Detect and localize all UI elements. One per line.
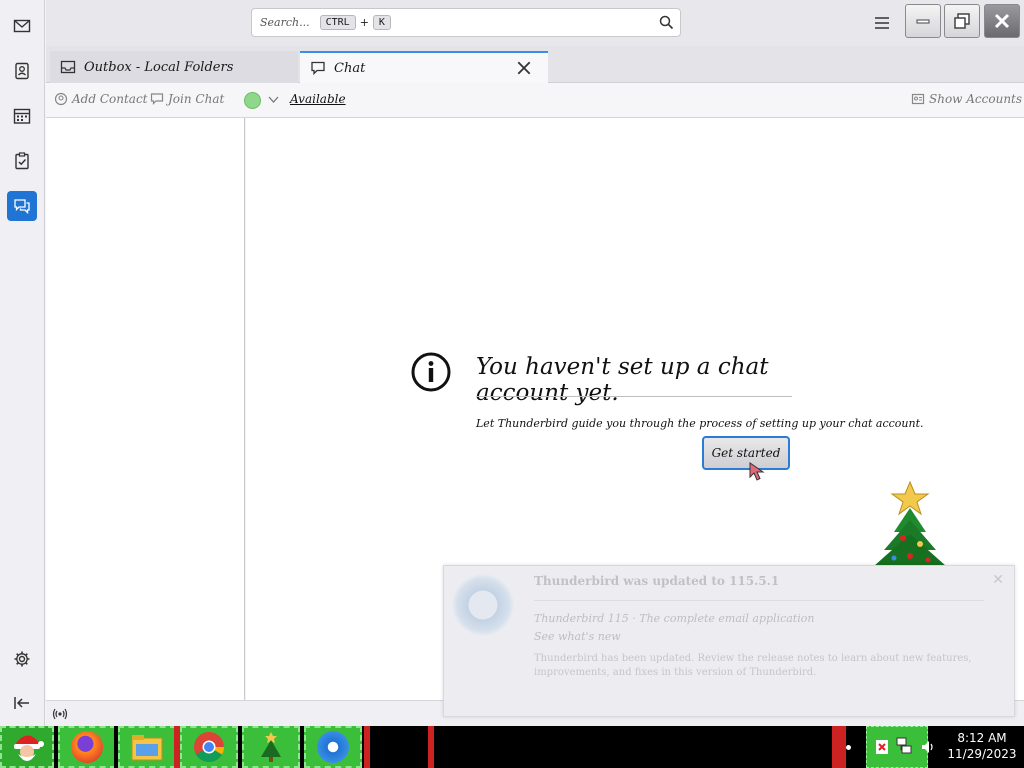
taskbar-chrome[interactable] — [180, 726, 238, 768]
mail-space-button[interactable] — [7, 11, 37, 41]
show-accounts-label: Show Accounts — [929, 92, 1023, 106]
notification-subtitle: Thunderbird 115 · The complete email app… — [534, 612, 815, 625]
defender-warning-icon[interactable] — [875, 739, 889, 755]
add-contact-button[interactable]: Add Contact — [54, 92, 148, 106]
minimize-button[interactable] — [905, 4, 941, 38]
contacts-pane — [46, 118, 245, 700]
clipboard-check-icon — [15, 152, 29, 170]
join-chat-icon — [150, 93, 164, 105]
thunderbird-logo-icon — [452, 574, 514, 636]
join-chat-label: Join Chat — [168, 92, 225, 106]
accounts-icon — [911, 93, 925, 105]
chat-bubble-icon — [311, 61, 325, 76]
taskbar-firefox[interactable] — [58, 726, 116, 768]
restore-button[interactable] — [944, 4, 980, 38]
shortcut-key-ctrl: CTRL — [319, 15, 356, 30]
shortcut-separator: + — [359, 16, 369, 29]
tab-outbox[interactable]: Outbox - Local Folders — [50, 51, 298, 83]
notification-body: Thunderbird has been updated. Review the… — [534, 653, 972, 678]
firefox-icon — [71, 731, 103, 763]
online-status-icon[interactable] — [52, 707, 68, 721]
show-accounts-button[interactable]: Show Accounts — [911, 92, 1022, 106]
search-box[interactable]: Search... CTRL + K — [251, 8, 681, 37]
taskbar-file-explorer[interactable] — [118, 726, 176, 768]
status-label[interactable]: Available — [290, 92, 346, 106]
notification-divider — [534, 600, 984, 601]
notification-title: Thunderbird was updated to 115.5.1 — [534, 574, 780, 588]
close-icon — [994, 13, 1010, 29]
get-started-button[interactable]: Get started — [702, 436, 790, 470]
taskbar-christmas-tree[interactable] — [242, 726, 300, 768]
tab-chat[interactable]: Chat — [300, 51, 548, 83]
empty-state-divider — [476, 396, 792, 397]
thunderbird-icon — [317, 731, 349, 763]
tab-chat-label: Chat — [334, 60, 366, 76]
mouse-cursor-icon — [749, 462, 765, 481]
search-icon[interactable] — [659, 15, 674, 30]
address-book-space-button[interactable] — [7, 56, 37, 86]
collapse-left-icon — [14, 697, 29, 709]
add-contact-label: Add Contact — [72, 92, 148, 106]
volume-icon[interactable] — [920, 739, 936, 755]
chat-toolbar: Add Contact Join Chat Available Show Acc… — [46, 83, 1024, 118]
join-chat-button[interactable]: Join Chat — [150, 92, 224, 106]
status-indicator[interactable] — [244, 92, 261, 109]
tab-bar: Outbox - Local Folders Chat — [46, 46, 1024, 83]
chrome-icon — [194, 732, 225, 763]
envelope-icon — [13, 19, 31, 33]
network-icon[interactable] — [895, 736, 913, 756]
empty-state-title: You haven't set up a chat account yet. — [476, 354, 769, 406]
calendar-icon — [13, 108, 31, 124]
settings-space-button[interactable] — [7, 644, 37, 674]
tray-dot — [846, 745, 851, 750]
restore-icon — [954, 13, 970, 29]
minimize-icon — [916, 19, 930, 24]
app-menu-icon[interactable] — [872, 13, 892, 33]
taskbar-thunderbird[interactable] — [304, 726, 362, 768]
chat-bubbles-icon — [14, 199, 30, 215]
title-bar: Search... CTRL + K — [46, 0, 1024, 46]
close-window-button[interactable] — [984, 4, 1020, 38]
chat-space-button[interactable] — [7, 191, 37, 221]
taskbar-clock[interactable]: 8:12 AM 11/29/2023 — [940, 730, 1024, 762]
file-explorer-icon — [131, 735, 163, 761]
christmas-tree-icon — [261, 732, 281, 762]
search-placeholder: Search... — [260, 16, 310, 29]
close-tab-icon[interactable] — [516, 60, 532, 76]
clock-time: 8:12 AM — [957, 731, 1007, 745]
calendar-space-button[interactable] — [7, 101, 37, 131]
spaces-toolbar — [0, 0, 45, 726]
notification-link[interactable]: See what's new — [534, 630, 1004, 643]
taskbar-santa-start[interactable] — [0, 726, 54, 768]
santa-icon — [14, 735, 44, 761]
christmas-tree-decoration — [874, 480, 946, 566]
gear-icon — [14, 651, 30, 667]
folder-outbox-icon — [60, 60, 76, 74]
empty-state-description: Let Thunderbird guide you through the pr… — [476, 417, 924, 430]
shortcut-key-k: K — [372, 15, 391, 30]
system-tray — [866, 726, 928, 768]
update-notification[interactable]: Thunderbird was updated to 115.5.1 ✕ Thu… — [443, 565, 1015, 717]
info-icon — [411, 352, 451, 392]
address-book-icon — [15, 62, 29, 80]
chevron-down-icon[interactable] — [268, 96, 279, 104]
notification-close-icon[interactable]: ✕ — [992, 572, 1004, 588]
tab-outbox-label: Outbox - Local Folders — [84, 59, 234, 75]
tasks-space-button[interactable] — [7, 146, 37, 176]
add-contact-icon — [54, 92, 68, 106]
clock-date: 11/29/2023 — [947, 747, 1017, 761]
taskbar: 8:12 AM 11/29/2023 — [0, 726, 1024, 768]
collapse-spaces-button[interactable] — [7, 688, 37, 718]
